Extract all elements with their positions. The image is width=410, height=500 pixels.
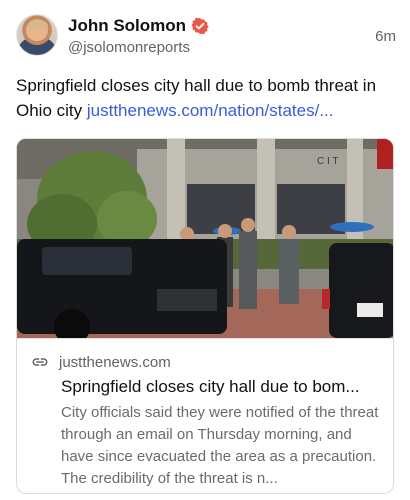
card-image[interactable]: C I T xyxy=(17,139,394,338)
verified-badge-icon xyxy=(191,17,209,35)
card-domain-row: justthenews.com xyxy=(31,352,171,372)
post-timestamp[interactable]: 6m xyxy=(375,28,396,45)
avatar[interactable] xyxy=(16,14,58,56)
link-preview-card[interactable]: C I T justthenews.com Springfield closes… xyxy=(16,138,394,494)
link-icon xyxy=(32,358,48,366)
building-sign: C I T xyxy=(317,156,338,167)
name-row: John Solomon xyxy=(68,15,209,37)
author-handle[interactable]: @jsolomonreports xyxy=(68,39,190,56)
card-meta: justthenews.com Springfield closes city … xyxy=(17,338,393,493)
post-header: John Solomon @jsolomonreports 6m xyxy=(16,14,396,60)
card-description: City officials said they were notified o… xyxy=(61,404,379,487)
author-display-name[interactable]: John Solomon xyxy=(68,16,186,36)
post-link[interactable]: justthenews.com/nation/states/... xyxy=(87,101,334,120)
post: John Solomon @jsolomonreports 6m Springf… xyxy=(0,0,410,500)
avatar-hair xyxy=(28,21,48,29)
post-text: Springfield closes city hall due to bomb… xyxy=(16,73,396,123)
card-title[interactable]: Springfield closes city hall due to bom.… xyxy=(61,376,381,398)
card-domain: justthenews.com xyxy=(59,353,171,371)
